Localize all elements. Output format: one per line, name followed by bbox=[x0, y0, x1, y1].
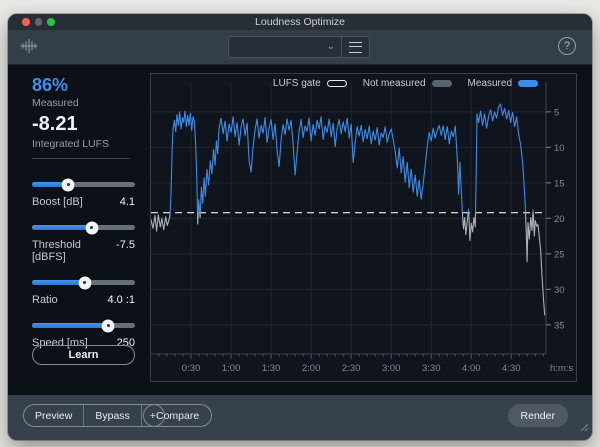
loudness-optimize-icon bbox=[20, 38, 38, 61]
lufs-trace-not-measured bbox=[200, 213, 201, 218]
measured-percent-value: 86% bbox=[32, 75, 68, 96]
slider-threshold-dbfs: Threshold [dBFS]-7.5 bbox=[32, 225, 135, 263]
preset-menu-button[interactable] bbox=[342, 36, 370, 58]
render-button[interactable]: Render bbox=[508, 404, 568, 427]
lufs-trace-not-measured bbox=[462, 213, 468, 235]
lufs-trace-not-measured bbox=[151, 213, 170, 231]
lufs-trace-not-measured bbox=[533, 213, 545, 315]
ratio-slider-readout: Ratio 4.0 :1 bbox=[32, 294, 135, 306]
chart-legend: LUFS gate Not measured Measured bbox=[151, 78, 538, 89]
legend-swatch-blue bbox=[518, 80, 538, 87]
speed-ms-slider-thumb[interactable] bbox=[102, 319, 115, 332]
ratio-value[interactable]: 4.0 :1 bbox=[107, 294, 135, 306]
boost-db-slider-readout: Boost [dB] 4.1 bbox=[32, 196, 135, 208]
y-tick-label: 10 bbox=[554, 143, 565, 154]
lufs-trace-measured bbox=[200, 117, 462, 213]
bottom-bar: Preview Bypass + Compare Render bbox=[8, 395, 592, 440]
legend-item-measured: Measured bbox=[468, 78, 538, 89]
threshold-dbfs-slider-thumb[interactable] bbox=[85, 221, 98, 234]
lufs-trace-measured bbox=[198, 200, 200, 213]
lufs-trace-measured bbox=[170, 111, 197, 213]
main-content: 86% Measured -8.21 Integrated LUFS Boost… bbox=[8, 65, 592, 395]
learn-button[interactable]: Learn bbox=[32, 345, 135, 365]
ratio-slider-fill bbox=[32, 280, 85, 285]
x-tick-label: 2:00 bbox=[302, 363, 321, 374]
y-tick-label: 30 bbox=[554, 285, 565, 296]
y-tick-label: 5 bbox=[554, 107, 559, 118]
ratio-slider-track[interactable] bbox=[32, 280, 135, 285]
threshold-dbfs-slider-readout: Threshold [dBFS]-7.5 bbox=[32, 239, 135, 263]
integrated-lufs-value: -8.21 bbox=[32, 113, 78, 136]
preview-button[interactable]: Preview bbox=[24, 405, 83, 426]
x-tick-label: 4:00 bbox=[462, 363, 481, 374]
toolbar: ⌄ ? bbox=[8, 30, 592, 65]
speed-ms-slider-track[interactable] bbox=[32, 323, 135, 328]
x-tick-label: 1:30 bbox=[262, 363, 281, 374]
boost-db-label: Boost [dB] bbox=[32, 196, 83, 208]
loudness-history-chart: LUFS gate Not measured Measured 0:30 1:00 1:… bbox=[150, 73, 577, 382]
lufs-trace-not-measured bbox=[198, 213, 199, 224]
slider-ratio: Ratio 4.0 :1 bbox=[32, 280, 135, 306]
chevron-down-icon: ⌄ bbox=[327, 41, 335, 52]
plugin-window: Loudness Optimize ⌄ bbox=[8, 14, 592, 440]
help-button[interactable]: ? bbox=[558, 37, 576, 55]
legend-label: LUFS gate bbox=[273, 78, 321, 89]
title-bar: Loudness Optimize bbox=[8, 14, 592, 30]
compare-button[interactable]: Compare bbox=[143, 404, 212, 427]
ratio-slider-thumb[interactable] bbox=[78, 276, 91, 289]
y-tick-label: 20 bbox=[554, 214, 565, 225]
x-tick-label: 3:00 bbox=[382, 363, 401, 374]
legend-item-not-measured: Not measured bbox=[363, 78, 452, 89]
window-title: Loudness Optimize bbox=[8, 16, 592, 28]
desktop: Loudness Optimize ⌄ bbox=[0, 0, 600, 447]
legend-item-lufs-gate: LUFS gate bbox=[273, 78, 347, 89]
learn-button-label: Learn bbox=[69, 349, 99, 361]
question-mark-icon: ? bbox=[564, 40, 570, 52]
speed-ms-slider-fill bbox=[32, 323, 108, 328]
legend-swatch-outline bbox=[327, 80, 347, 87]
preset-selector[interactable]: ⌄ bbox=[228, 36, 342, 58]
ratio-label: Ratio bbox=[32, 294, 58, 306]
bypass-button[interactable]: Bypass bbox=[84, 405, 140, 426]
x-tick-label: 2:30 bbox=[342, 363, 361, 374]
x-tick-label: 0:30 bbox=[182, 363, 201, 374]
resize-grip-icon[interactable] bbox=[580, 419, 589, 437]
boost-db-value[interactable]: 4.1 bbox=[120, 196, 135, 208]
lufs-time-plot: 0:30 1:00 1:30 2:00 2:30 3:00 3:30 4:00 4:30 h:m:… bbox=[151, 74, 576, 381]
legend-label: Measured bbox=[468, 78, 512, 89]
slider-boost-db: Boost [dB] 4.1 bbox=[32, 182, 135, 208]
x-tick-label: 1:00 bbox=[222, 363, 241, 374]
slider-stack: Boost [dB] 4.1 Threshold [dBFS]-7.5 Ratio 4.… bbox=[32, 178, 135, 366]
panel-divider bbox=[32, 158, 130, 159]
lufs-trace-measured bbox=[476, 104, 526, 213]
boost-db-slider-track[interactable] bbox=[32, 182, 135, 187]
threshold-dbfs-slider-fill bbox=[32, 225, 92, 230]
boost-db-slider-thumb[interactable] bbox=[62, 178, 75, 191]
threshold-dbfs-value[interactable]: -7.5 bbox=[116, 239, 135, 263]
x-axis-unit-label: h:m:s bbox=[550, 363, 573, 374]
x-tick-label: 4:30 bbox=[502, 363, 521, 374]
integrated-lufs-label: Integrated LUFS bbox=[32, 138, 109, 150]
threshold-dbfs-slider-track[interactable] bbox=[32, 225, 135, 230]
legend-label: Not measured bbox=[363, 78, 426, 89]
threshold-dbfs-label: Threshold [dBFS] bbox=[32, 239, 116, 263]
hamburger-icon bbox=[349, 42, 362, 53]
lufs-trace-not-measured bbox=[469, 213, 476, 241]
y-tick-label: 35 bbox=[554, 320, 565, 331]
legend-swatch-gray bbox=[432, 80, 452, 87]
x-tick-label: 3:30 bbox=[422, 363, 441, 374]
y-tick-label: 25 bbox=[554, 249, 565, 260]
y-tick-label: 15 bbox=[554, 178, 565, 189]
preset-controls: ⌄ bbox=[228, 36, 370, 58]
measured-percent-label: Measured bbox=[32, 97, 79, 109]
